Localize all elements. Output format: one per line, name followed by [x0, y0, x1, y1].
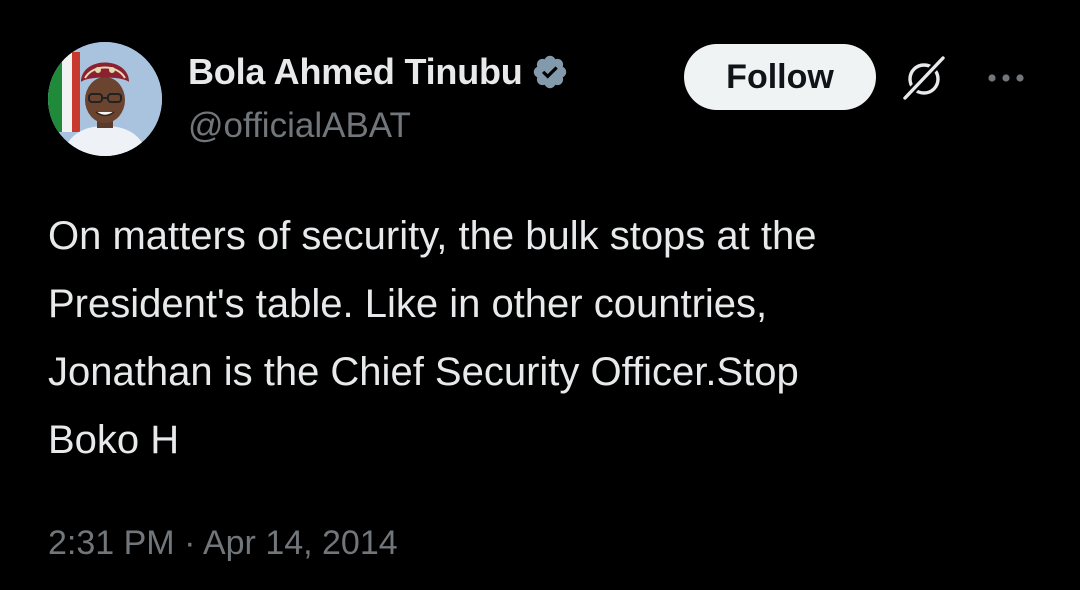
- grok-icon[interactable]: [896, 50, 952, 106]
- follow-button[interactable]: Follow: [684, 44, 876, 110]
- tweet-timestamp[interactable]: 2:31 PM · Apr 14, 2014: [48, 524, 398, 563]
- author-name-row: Bola Ahmed Tinubu: [188, 50, 569, 94]
- author-avatar[interactable]: [48, 42, 162, 156]
- author-display-name[interactable]: Bola Ahmed Tinubu: [188, 51, 523, 93]
- verified-badge-icon: [531, 53, 569, 91]
- avatar-photo: [48, 42, 162, 156]
- tweet-card: Bola Ahmed Tinubu @officialABAT Follow O…: [0, 0, 1080, 590]
- more-dots-icon[interactable]: [982, 60, 1030, 96]
- author-handle[interactable]: @officialABAT: [188, 106, 411, 146]
- tweet-text: On matters of security, the bulk stops a…: [48, 214, 817, 462]
